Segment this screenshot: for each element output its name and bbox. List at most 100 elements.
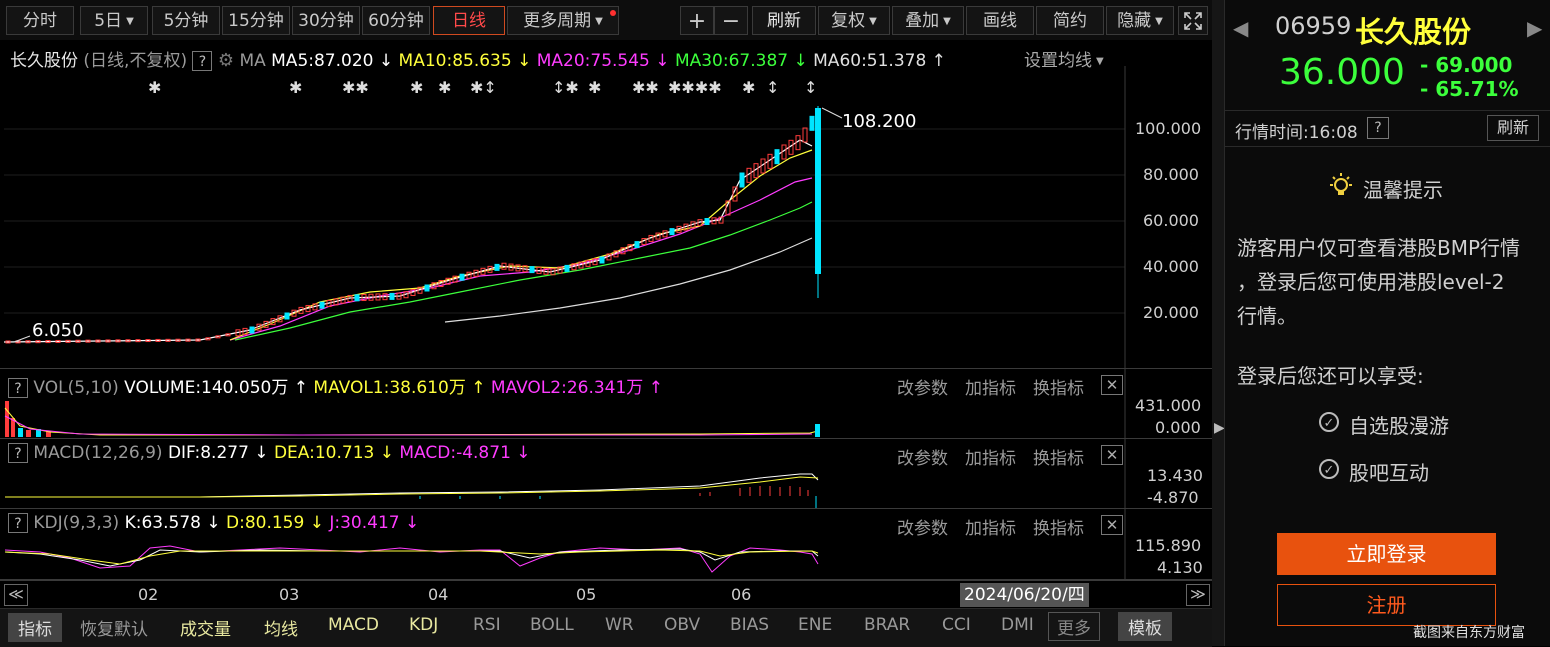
candles <box>5 115 815 344</box>
brar-tab[interactable]: BRAR <box>864 615 910 635</box>
zoom-in-button[interactable]: + <box>680 6 714 35</box>
kdj-k: K:63.578 ↓ <box>124 513 221 533</box>
obv-tab[interactable]: OBV <box>664 615 700 635</box>
tip-body-line3: 行情。 <box>1237 304 1297 328</box>
candle <box>564 264 570 272</box>
login-button[interactable]: 立即登录 <box>1277 533 1496 575</box>
vol-volume: VOLUME:140.050万 ↑ <box>124 378 308 398</box>
more-periods-dropdown[interactable]: 更多周期 ▼ <box>507 6 619 35</box>
event-marker[interactable]: ✱ <box>588 78 601 97</box>
period-tab-15min[interactable]: 15分钟 <box>222 6 290 35</box>
high-annotation: 108.200 <box>842 111 916 132</box>
period-tab-30min[interactable]: 30分钟 <box>292 6 360 35</box>
vol-mavol1: MAVOL1:38.610万 ↑ <box>313 378 486 398</box>
candle <box>529 266 535 274</box>
ene-tab[interactable]: ENE <box>798 615 832 635</box>
candle <box>284 312 290 320</box>
candle <box>774 149 780 165</box>
prev-stock-arrow-icon[interactable]: ◀ <box>1233 16 1248 40</box>
more-indicators-button[interactable]: 更多 <box>1048 612 1100 641</box>
scroll-left-button[interactable]: ≪ <box>4 584 28 606</box>
adjust-dropdown[interactable]: 复权 ▼ <box>818 6 890 35</box>
refresh-button[interactable]: 刷新 <box>1487 115 1539 141</box>
indicator-tab[interactable]: 指标 <box>8 613 62 642</box>
price-change: - 69.000 <box>1420 53 1513 77</box>
event-marker[interactable]: ✱ <box>438 78 451 97</box>
month-label: 03 <box>279 585 300 604</box>
event-marker[interactable]: ✱✱✱✱ <box>668 78 722 97</box>
draw-line-button[interactable]: 画线 <box>966 6 1034 35</box>
simple-mode-button[interactable]: 简约 <box>1036 6 1104 35</box>
divider <box>1225 110 1550 111</box>
rsi-tab[interactable]: RSI <box>473 615 501 635</box>
fullscreen-button[interactable] <box>1178 6 1208 35</box>
kdj-d: D:80.159 ↓ <box>226 513 324 533</box>
period-tab-5min[interactable]: 5分钟 <box>152 6 220 35</box>
zoom-out-button[interactable]: − <box>714 6 748 35</box>
help-button[interactable]: ? <box>8 513 28 533</box>
scroll-right-button[interactable]: ≫ <box>1186 584 1210 606</box>
help-button[interactable]: ? <box>8 378 28 398</box>
close-icon[interactable]: ✕ <box>1101 375 1123 395</box>
divider <box>1225 146 1550 147</box>
event-marker[interactable]: ✱ <box>148 78 161 97</box>
chevron-down-icon: ▼ <box>126 16 134 27</box>
month-label: 04 <box>428 585 449 604</box>
event-marker[interactable]: ✱ <box>742 78 755 97</box>
low-annotation: 6.050 <box>32 320 84 341</box>
tip-body-line2: ，登录后您可使用港股level-2 <box>1237 270 1505 294</box>
boll-tab[interactable]: BOLL <box>530 615 574 635</box>
event-marker[interactable]: ✱✱ <box>342 78 369 97</box>
register-button[interactable]: 注册 <box>1277 584 1496 626</box>
dmi-tab[interactable]: DMI <box>1001 615 1034 635</box>
price-axis-label: 80.000 <box>1143 165 1199 184</box>
period-tab-intraday[interactable]: 分时 <box>6 6 74 35</box>
kdj-tab[interactable]: KDJ <box>409 615 438 635</box>
check-circle-icon: ✓ <box>1319 459 1339 479</box>
hide-label: 隐藏 <box>1117 11 1152 31</box>
vol-name: VOL(5,10) <box>33 378 119 398</box>
candle <box>494 263 500 271</box>
volume-tab[interactable]: 成交量 <box>180 615 231 640</box>
event-marker[interactable]: ↕ <box>766 78 779 97</box>
vol-mavol2: MAVOL2:26.341万 ↑ <box>490 378 663 398</box>
month-label: 02 <box>138 585 159 604</box>
event-marker[interactable]: ↕ <box>804 78 817 97</box>
period-tab-daily[interactable]: 日线 <box>433 6 505 35</box>
macd-dif: DIF:8.277 ↓ <box>167 443 269 463</box>
template-button[interactable]: 模板 <box>1118 612 1172 641</box>
close-icon[interactable]: ✕ <box>1101 515 1123 535</box>
overlay-dropdown[interactable]: 叠加 ▼ <box>892 6 964 35</box>
candle <box>424 284 430 292</box>
vol-axis-label: 0.000 <box>1155 418 1201 437</box>
wr-tab[interactable]: WR <box>605 615 634 635</box>
panel-splitter[interactable]: ▶ <box>1212 0 1225 646</box>
tip-body-line1: 游客用户仅可查看港股BMP行情 <box>1237 236 1521 260</box>
candle <box>634 241 640 249</box>
price-axis-label: 60.000 <box>1143 211 1199 230</box>
hide-dropdown[interactable]: 隐藏 ▼ <box>1106 6 1174 35</box>
next-stock-arrow-icon[interactable]: ▶ <box>1527 16 1542 40</box>
cci-tab[interactable]: CCI <box>942 615 971 635</box>
ma-tab[interactable]: 均线 <box>264 615 298 640</box>
bias-tab[interactable]: BIAS <box>730 615 769 635</box>
help-button[interactable]: ? <box>1367 117 1389 139</box>
kline-chart-area[interactable]: 长久股份 (日线,不复权) ? ⚙ MA MA5:87.020 ↓ MA10:8… <box>0 40 1212 580</box>
stock-name: 长久股份 <box>1355 15 1472 49</box>
macd-axis-label: 13.430 <box>1147 466 1203 485</box>
event-marker[interactable]: ↕✱ <box>552 78 579 97</box>
period-tab-5day[interactable]: 5日 ▼ <box>80 6 148 35</box>
event-marker[interactable]: ✱↕ <box>470 78 497 97</box>
macd-tab[interactable]: MACD <box>328 615 379 635</box>
restore-default-tab[interactable]: 恢复默认 <box>80 615 148 640</box>
panel-divider <box>0 368 1212 369</box>
period-tab-60min[interactable]: 60分钟 <box>362 6 430 35</box>
event-marker[interactable]: ✱ <box>410 78 423 97</box>
event-marker[interactable]: ✱ <box>289 78 302 97</box>
refresh-button[interactable]: 刷新 <box>752 6 816 35</box>
candle <box>704 218 710 225</box>
help-button[interactable]: ? <box>8 443 28 463</box>
close-icon[interactable]: ✕ <box>1101 445 1123 465</box>
event-marker[interactable]: ✱✱ <box>632 78 659 97</box>
overlay-label: 叠加 <box>905 11 940 31</box>
